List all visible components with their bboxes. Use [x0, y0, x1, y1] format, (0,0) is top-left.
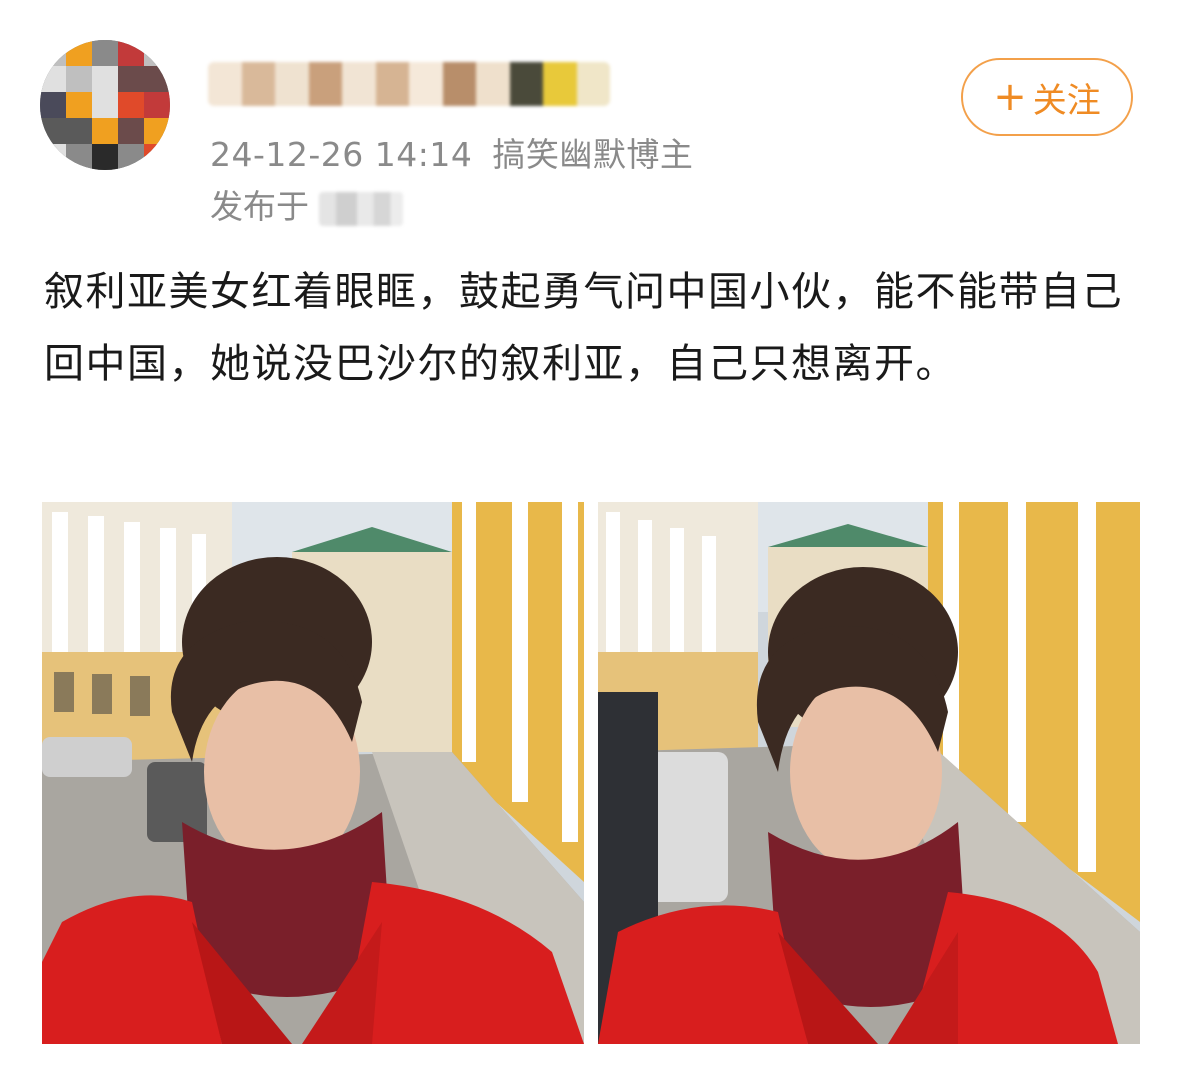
location-line: 发布于	[210, 180, 403, 228]
plus-icon: +	[993, 74, 1027, 120]
avatar-pixel	[118, 66, 144, 92]
avatar-pixel	[40, 92, 66, 118]
weibo-post: 24-12-26 14:14 搞笑幽默博主 发布于 + 关注 叙利亚美女红着眼眶，…	[0, 0, 1179, 1065]
avatar-pixel	[92, 144, 118, 170]
follow-label: 关注	[1032, 80, 1101, 121]
location-blurred	[319, 191, 403, 226]
avatar-pixel	[66, 66, 92, 92]
follow-button[interactable]: + 关注	[961, 58, 1133, 136]
post-meta: 24-12-26 14:14 搞笑幽默博主	[210, 128, 693, 176]
post-image-1[interactable]	[42, 502, 584, 1044]
street-portrait-image	[598, 502, 1140, 1044]
avatar-pixel	[66, 144, 92, 170]
avatar-pixel	[40, 40, 66, 66]
avatar-pixel	[144, 118, 170, 144]
street-portrait-image	[42, 502, 584, 1044]
avatar-pixel	[118, 118, 144, 144]
username-blurred[interactable]	[208, 62, 610, 106]
avatar-pixel	[92, 66, 118, 92]
source-label: 搞笑幽默博主	[492, 135, 694, 174]
avatar-pixel	[118, 40, 144, 66]
post-image-2[interactable]	[598, 502, 1140, 1044]
avatar-pixel	[66, 92, 92, 118]
location-prefix: 发布于	[210, 187, 309, 226]
avatar-pixel	[144, 66, 170, 92]
avatar-pixel	[92, 40, 118, 66]
avatar-pixel	[40, 66, 66, 92]
timestamp: 24-12-26 14:14	[210, 135, 473, 174]
avatar-pixel	[40, 118, 66, 144]
post-text: 叙利亚美女红着眼眶，鼓起勇气问中国小伙，能不能带自己回中国，她说没巴沙尔的叙利亚…	[44, 269, 1123, 387]
avatar-pixel	[66, 40, 92, 66]
avatar-pixel	[66, 118, 92, 144]
avatar-pixel	[144, 144, 170, 170]
avatar-pixel	[92, 118, 118, 144]
avatar-pixel	[144, 92, 170, 118]
avatar-pixel	[118, 144, 144, 170]
avatar-pixel	[118, 92, 144, 118]
avatar[interactable]	[40, 40, 170, 170]
avatar-pixel	[144, 40, 170, 66]
avatar-pixel	[92, 92, 118, 118]
avatar-pixel	[40, 144, 66, 170]
